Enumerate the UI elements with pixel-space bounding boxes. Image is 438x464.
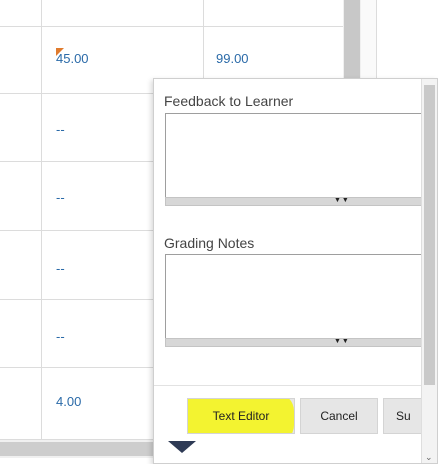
score-value[interactable]: -- (56, 122, 65, 137)
table-row-header (0, 0, 343, 27)
grading-notes-textarea[interactable] (165, 254, 425, 340)
feedback-popup: Feedback to Learner ▼▼ Grading Notes ▼▼ … (153, 78, 438, 464)
feedback-resize-handle[interactable]: ▼▼ (165, 197, 425, 206)
feedback-label: Feedback to Learner (164, 93, 294, 109)
popup-scrollbar[interactable]: ⌄ (421, 79, 437, 463)
score-value[interactable]: -- (56, 329, 65, 344)
feedback-textarea[interactable] (165, 113, 425, 199)
score-value[interactable]: 45.00 (56, 51, 89, 66)
resize-grip-icon: ▼▼ (334, 197, 350, 204)
scroll-down-icon[interactable]: ⌄ (425, 452, 433, 463)
score-value[interactable]: 4.00 (56, 394, 81, 409)
max-score-value: 99.00 (216, 51, 249, 66)
text-editor-label: Text Editor (212, 409, 270, 423)
grading-notes-label: Grading Notes (164, 235, 255, 251)
caret-down-icon (168, 441, 196, 453)
notes-resize-handle[interactable]: ▼▼ (165, 338, 425, 347)
cancel-button[interactable]: Cancel (300, 398, 378, 434)
resize-grip-icon: ▼▼ (334, 338, 350, 345)
scrollbar-thumb[interactable] (424, 85, 435, 385)
divider (154, 385, 437, 386)
text-editor-button[interactable]: Text Editor (187, 398, 295, 434)
score-value[interactable]: -- (56, 190, 65, 205)
score-value[interactable]: -- (56, 261, 65, 276)
